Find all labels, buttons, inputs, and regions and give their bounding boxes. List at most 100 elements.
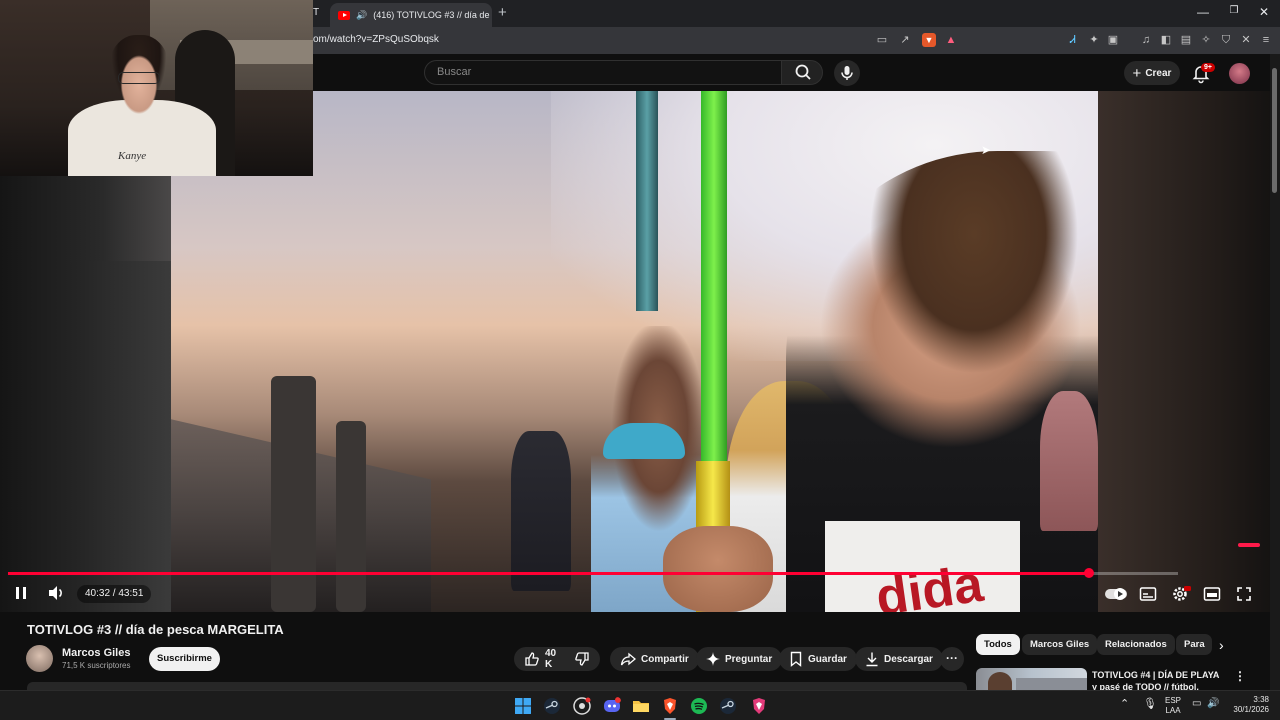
prev-tab-fragment[interactable]: T — [313, 7, 319, 18]
search-input[interactable]: Buscar — [424, 60, 782, 85]
create-button[interactable]: + Crear — [1124, 61, 1180, 85]
screenshot-icon[interactable]: ▣ — [1106, 33, 1120, 47]
volume-tray-icon[interactable]: 🔊 — [1207, 699, 1219, 709]
new-tab-icon[interactable]: + — [498, 4, 507, 21]
recommended-video-thumbnail[interactable] — [976, 668, 1087, 690]
download-icon — [866, 652, 878, 667]
tab-title: (416) TOTIVLOG #3 // día de — [373, 10, 490, 20]
steam-icon-2[interactable] — [719, 697, 737, 715]
chip-relacionados[interactable]: Relacionados — [1097, 634, 1175, 655]
recommended-video-title[interactable]: TOTIVLOG #4 | DÍA DE PLAYA y pasé de TOD… — [1092, 669, 1224, 690]
steam-icon[interactable] — [543, 697, 561, 715]
current-time: 40:32 — [85, 588, 111, 599]
scrollbar-thumb[interactable] — [1272, 68, 1277, 193]
channel-name[interactable]: Marcos Giles — [62, 647, 130, 659]
tools-icon[interactable]: ✕ — [1239, 33, 1253, 47]
share-button[interactable]: Compartir — [610, 647, 699, 671]
window-close-icon[interactable]: ✕ — [1254, 5, 1274, 19]
like-icon[interactable] — [524, 651, 540, 667]
wallet-icon[interactable]: ▤ — [1179, 33, 1193, 47]
settings-gear-icon[interactable] — [1171, 585, 1191, 603]
windows-taskbar: ⌃ ESP LAA 🎙 ▭ 🔊 3:38 30/1/2026 — [0, 690, 1280, 720]
subscriber-count: 71,5 K suscriptores — [62, 661, 131, 670]
description-box[interactable] — [27, 682, 967, 690]
file-explorer-icon[interactable] — [632, 697, 650, 715]
mouse-cursor-icon: ➤ — [981, 143, 992, 157]
brave-nightly-icon[interactable] — [750, 697, 768, 715]
plus-icon: + — [1132, 64, 1142, 82]
chip-para[interactable]: Para — [1176, 634, 1212, 655]
video-title: TOTIVLOG #3 // día de pesca MARGELITA — [27, 622, 284, 637]
download-button[interactable]: Descargar — [855, 647, 943, 671]
chip-marcos-giles[interactable]: Marcos Giles — [1022, 634, 1098, 655]
progress-bar[interactable] — [8, 568, 1178, 578]
extensions-icon[interactable]: ✦ — [1087, 33, 1101, 47]
windows-start-icon[interactable] — [514, 697, 532, 715]
chevron-right-icon[interactable]: › — [1219, 637, 1224, 653]
bookmark-icon — [790, 651, 802, 667]
more-actions-button[interactable]: ··· — [940, 647, 964, 671]
fullscreen-icon[interactable] — [1236, 586, 1252, 602]
voice-search-button[interactable] — [834, 60, 860, 86]
duration: 43:51 — [118, 588, 144, 599]
search-button[interactable] — [781, 60, 823, 85]
translate-extension-icon[interactable]: Ꮧ — [1066, 33, 1080, 47]
subscribe-button[interactable]: Suscribirme — [149, 647, 220, 671]
speaker-icon[interactable]: 🔊 — [356, 10, 367, 21]
channel-avatar[interactable] — [26, 645, 53, 672]
more-vertical-icon[interactable]: ⋮ — [1234, 669, 1246, 683]
create-label: Crear — [1145, 67, 1172, 79]
ask-label: Preguntar — [725, 653, 773, 665]
tray-mic-icon[interactable]: 🎙 — [1143, 699, 1157, 710]
sparkle-icon — [706, 652, 720, 666]
browser-menu-icon[interactable]: ≡ — [1259, 33, 1273, 47]
tray-overflow-icon[interactable]: ⌃ — [1120, 699, 1129, 710]
clock-time: 3:38 — [1253, 695, 1269, 704]
discord-icon[interactable] — [603, 697, 621, 715]
time-display: 40:32 / 43:51 — [77, 585, 152, 603]
ask-button[interactable]: Preguntar — [696, 647, 783, 671]
minimize-icon[interactable]: — — [1193, 5, 1213, 19]
input-language[interactable]: ESP LAA — [1165, 696, 1181, 716]
chrome-like-icon[interactable] — [573, 697, 591, 715]
share-page-icon[interactable]: ↗ — [898, 33, 912, 47]
download-label: Descargar — [884, 653, 933, 665]
vpn-shield-icon[interactable]: ⛉ — [1219, 33, 1233, 47]
autoplay-toggle[interactable] — [1104, 587, 1128, 601]
layout-code: LAA — [1165, 706, 1181, 715]
dislike-icon[interactable] — [574, 651, 590, 667]
search-icon — [795, 64, 811, 80]
brave-browser-icon[interactable] — [661, 697, 679, 715]
spotify-icon[interactable] — [690, 697, 708, 715]
microphone-icon — [841, 66, 853, 80]
language-code: ESP — [1165, 696, 1182, 705]
restore-icon[interactable]: ❐ — [1224, 5, 1244, 16]
volume-icon[interactable] — [47, 583, 65, 603]
browser-tab-active[interactable]: 🔊 (416) TOTIVLOG #3 // día de ✕ — [330, 3, 492, 27]
like-dislike-group: 40 K — [514, 647, 600, 671]
account-avatar[interactable] — [1229, 63, 1250, 84]
youtube-favicon-icon — [338, 10, 350, 20]
share-label: Compartir — [641, 653, 689, 665]
more-horizontal-icon: ··· — [946, 651, 958, 665]
brave-rewards-icon[interactable]: ▲ — [944, 33, 958, 47]
pause-icon[interactable] — [14, 583, 28, 603]
progress-fill — [8, 572, 1090, 575]
clock[interactable]: 3:38 30/1/2026 — [1229, 695, 1269, 715]
url-text[interactable]: om/watch?v=ZPsQuSObqsk — [313, 34, 439, 45]
sidebar-toggle-icon[interactable]: ◧ — [1159, 33, 1173, 47]
video-right-pillar — [1098, 91, 1270, 612]
chip-todos[interactable]: Todos — [976, 634, 1020, 655]
network-icon[interactable]: ▭ — [1192, 699, 1201, 709]
brave-shields-icon[interactable]: ▼ — [922, 33, 936, 47]
miniplayer-icon[interactable] — [1203, 586, 1221, 602]
save-button[interactable]: Guardar — [779, 647, 857, 671]
share-icon — [620, 652, 636, 666]
leo-ai-icon[interactable]: ✧ — [1199, 33, 1213, 47]
clock-date: 30/1/2026 — [1233, 705, 1269, 714]
like-count[interactable]: 40 K — [545, 648, 556, 670]
media-controls-icon[interactable]: ♫ — [1139, 33, 1153, 47]
page-scrollbar[interactable] — [1270, 54, 1280, 690]
subtitles-icon[interactable] — [1139, 586, 1157, 602]
cast-icon[interactable]: ▭ — [875, 33, 889, 47]
